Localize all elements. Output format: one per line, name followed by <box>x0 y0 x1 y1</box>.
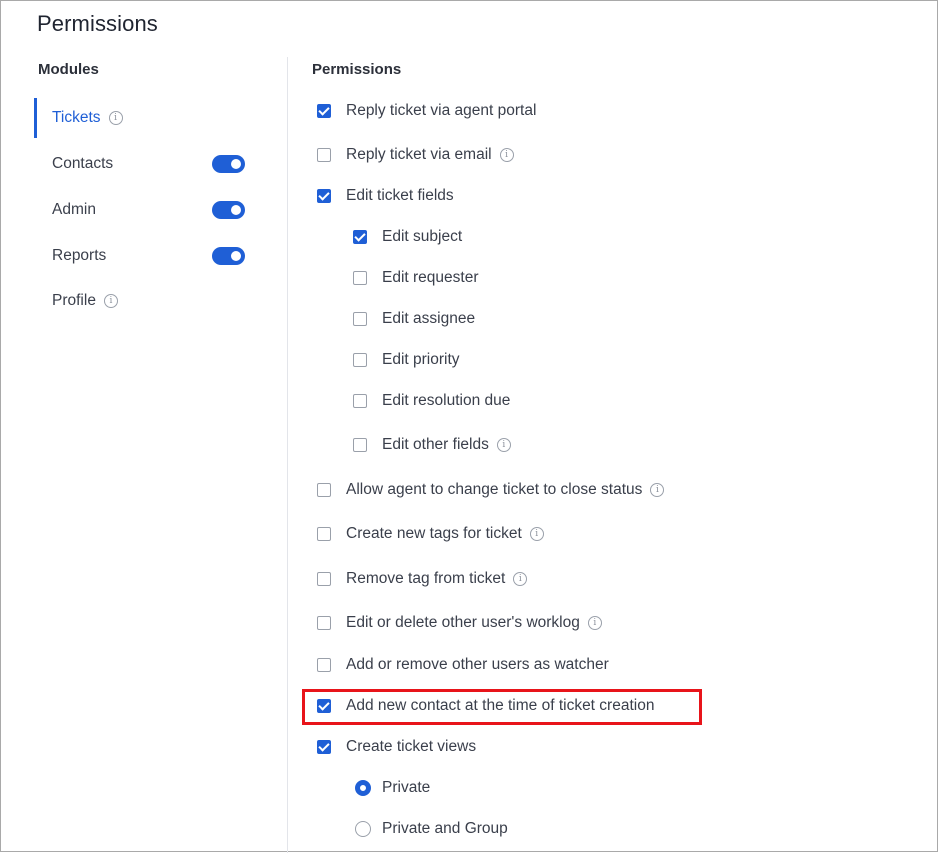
perm-edit-subject[interactable]: Edit subject <box>353 225 462 249</box>
perm-edit-ticket-fields[interactable]: Edit ticket fields <box>317 184 454 208</box>
checkbox-checked[interactable] <box>317 104 331 118</box>
modules-heading: Modules <box>38 61 99 78</box>
info-icon: i <box>529 527 544 541</box>
perm-label: Edit or delete other user's worklog <box>346 614 580 631</box>
perm-edit-priority[interactable]: Edit priority <box>353 348 460 372</box>
checkbox[interactable] <box>317 483 331 497</box>
toggle-knob <box>231 205 241 215</box>
perm-label: Allow agent to change ticket to close st… <box>346 481 643 498</box>
perm-label: Edit requester <box>382 269 479 286</box>
perm-watchers[interactable]: Add or remove other users as watcher <box>317 653 609 677</box>
module-label: Reports <box>52 247 107 264</box>
perm-label: Reply ticket via agent portal <box>346 102 537 119</box>
perm-edit-other-fields[interactable]: Edit other fields i <box>353 433 511 457</box>
column-divider <box>287 57 288 853</box>
toggle-knob <box>231 251 241 261</box>
perm-label: Edit resolution due <box>382 392 511 409</box>
radio-label: Private and Group <box>382 820 508 837</box>
perm-edit-resolution-due[interactable]: Edit resolution due <box>353 389 510 413</box>
perm-create-ticket-views[interactable]: Create ticket views <box>317 735 476 759</box>
perm-create-tags[interactable]: Create new tags for ticket i <box>317 522 544 546</box>
contacts-toggle[interactable] <box>212 155 245 173</box>
perm-label: Edit priority <box>382 351 460 368</box>
module-label: Contacts <box>52 155 114 172</box>
info-icon: i <box>513 572 528 586</box>
checkbox[interactable] <box>353 438 367 452</box>
info-icon: i <box>496 438 511 452</box>
permissions-panel: Permissions Modules Permissions Tickets … <box>0 0 938 853</box>
info-icon: i <box>108 111 123 125</box>
perm-label: Edit assignee <box>382 310 476 327</box>
perm-label: Edit other fields <box>382 436 489 453</box>
radio-button[interactable] <box>355 821 371 837</box>
permissions-heading: Permissions <box>312 61 402 78</box>
info-icon: i <box>103 294 118 308</box>
reports-toggle[interactable] <box>212 247 245 265</box>
info-icon: i <box>587 616 602 630</box>
checkbox-checked[interactable] <box>317 189 331 203</box>
checkbox[interactable] <box>317 658 331 672</box>
checkbox[interactable] <box>317 148 331 162</box>
perm-label: Create ticket views <box>346 738 477 755</box>
radio-button-selected[interactable] <box>355 780 371 796</box>
checkbox[interactable] <box>317 616 331 630</box>
module-item-tickets[interactable]: Tickets i <box>34 98 267 138</box>
checkbox[interactable] <box>317 572 331 586</box>
checkbox-checked[interactable] <box>317 740 331 754</box>
module-label: Admin <box>52 201 96 218</box>
checkbox[interactable] <box>353 353 367 367</box>
highlight-box <box>302 689 702 725</box>
perm-label: Edit subject <box>382 228 463 245</box>
radio-label: Private <box>382 779 431 796</box>
perm-edit-assignee[interactable]: Edit assignee <box>353 307 475 331</box>
checkbox[interactable] <box>353 271 367 285</box>
module-label: Tickets <box>52 109 101 126</box>
perm-reply-email[interactable]: Reply ticket via email i <box>317 143 514 167</box>
perm-label: Create new tags for ticket <box>346 525 522 542</box>
radio-private[interactable]: Private <box>355 776 430 800</box>
perm-remove-tag[interactable]: Remove tag from ticket i <box>317 567 528 591</box>
perm-close-status[interactable]: Allow agent to change ticket to close st… <box>317 478 665 502</box>
perm-reply-agent-portal[interactable]: Reply ticket via agent portal <box>317 99 536 123</box>
perm-label: Remove tag from ticket <box>346 570 506 587</box>
module-label: Profile <box>52 292 96 309</box>
info-icon: i <box>650 483 665 497</box>
checkbox[interactable] <box>353 394 367 408</box>
checkbox[interactable] <box>353 312 367 326</box>
admin-toggle[interactable] <box>212 201 245 219</box>
page-title: Permissions <box>37 11 158 36</box>
perm-edit-worklog[interactable]: Edit or delete other user's worklog i <box>317 611 602 635</box>
checkbox-checked[interactable] <box>353 230 367 244</box>
info-icon: i <box>499 148 514 162</box>
perm-label: Edit ticket fields <box>346 187 454 204</box>
radio-private-and-group[interactable]: Private and Group <box>355 817 508 841</box>
toggle-knob <box>231 159 241 169</box>
checkbox[interactable] <box>317 527 331 541</box>
module-item-profile[interactable]: Profile i <box>34 281 264 321</box>
perm-label: Reply ticket via email <box>346 146 492 163</box>
perm-label: Add or remove other users as watcher <box>346 656 609 673</box>
perm-edit-requester[interactable]: Edit requester <box>353 266 479 290</box>
